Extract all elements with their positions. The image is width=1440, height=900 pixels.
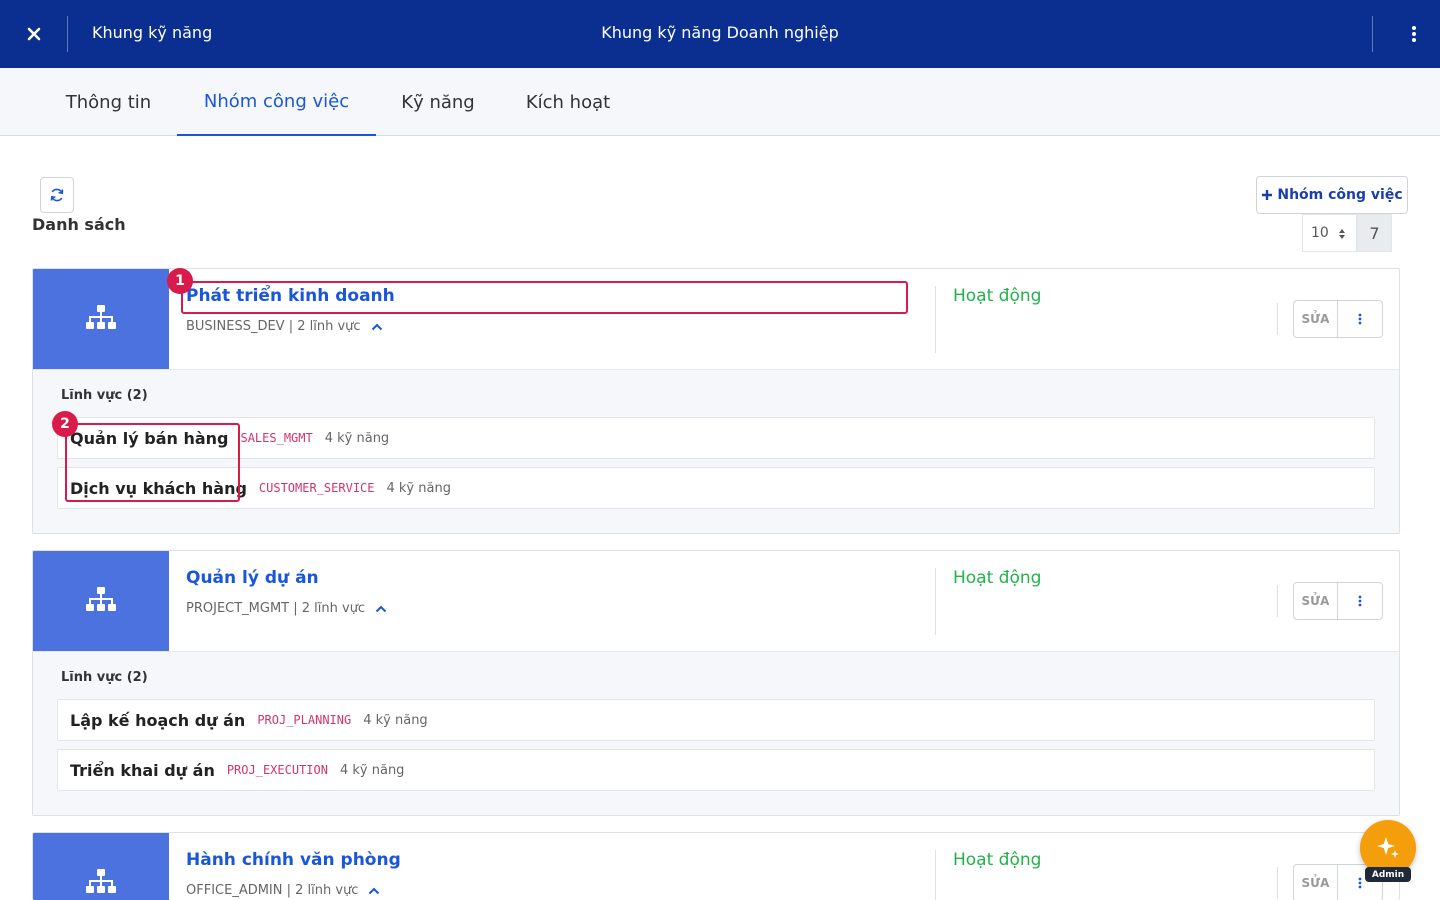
field-skill-count: 4 kỹ năng bbox=[324, 430, 390, 446]
job-group-meta: OFFICE_ADMIN | 2 lĩnh vực bbox=[186, 883, 380, 898]
field-name: Lập kế hoạch dự án bbox=[70, 710, 246, 730]
refresh-button[interactable] bbox=[40, 177, 74, 213]
job-group-card: Phát triển kinh doanh BUSINESS_DEV | 2 l… bbox=[32, 268, 1400, 534]
annotation-badge: 2 bbox=[52, 411, 78, 437]
status-label: Hoạt động bbox=[953, 850, 1042, 870]
field-name: Quản lý bán hàng bbox=[70, 428, 229, 448]
column-divider bbox=[1277, 303, 1278, 335]
status-label: Hoạt động bbox=[953, 286, 1042, 306]
job-group-name[interactable]: Hành chính văn phòng bbox=[186, 850, 401, 870]
job-group-icon-box bbox=[33, 833, 169, 900]
column-divider bbox=[935, 850, 936, 900]
row-more-button[interactable] bbox=[1337, 300, 1383, 338]
fields-panel: Lĩnh vực (2) Lập kế hoạch dự án PROJ_PLA… bbox=[33, 651, 1399, 815]
fields-panel: Lĩnh vực (2) Quản lý bán hàng SALES_MGMT… bbox=[33, 369, 1399, 533]
tab-bar: Thông tin Nhóm công việc Kỹ năng Kích ho… bbox=[0, 68, 1440, 136]
job-group-code-count: BUSINESS_DEV | 2 lĩnh vực bbox=[186, 319, 361, 334]
more-vertical-icon bbox=[1358, 877, 1362, 889]
column-divider bbox=[935, 568, 936, 635]
job-group-card: Hành chính văn phòng OFFICE_ADMIN | 2 lĩ… bbox=[32, 832, 1400, 900]
column-divider bbox=[1277, 585, 1278, 617]
page-size-select[interactable]: 10 bbox=[1302, 214, 1357, 252]
refresh-icon bbox=[50, 188, 64, 202]
field-skill-count: 4 kỹ năng bbox=[339, 762, 405, 778]
fields-title: Lĩnh vực (2) bbox=[61, 388, 148, 403]
header-divider bbox=[67, 16, 68, 52]
collapse-toggle[interactable] bbox=[371, 323, 383, 331]
field-row[interactable]: Dịch vụ khách hàng CUSTOMER_SERVICE 4 kỹ… bbox=[57, 467, 1375, 509]
status-label: Hoạt động bbox=[953, 568, 1042, 588]
job-group-meta: PROJECT_MGMT | 2 lĩnh vực bbox=[186, 601, 387, 616]
tab-ky-nang[interactable]: Kỹ năng bbox=[376, 68, 500, 136]
sort-arrows-icon bbox=[1339, 229, 1345, 239]
header-more-button[interactable] bbox=[1398, 20, 1430, 48]
chevron-up-icon bbox=[375, 605, 387, 612]
total-count: 7 bbox=[1357, 214, 1392, 252]
field-code: CUSTOMER_SERVICE bbox=[258, 481, 375, 495]
field-row[interactable]: Triển khai dự án PROJ_EXECUTION 4 kỹ năn… bbox=[57, 749, 1375, 791]
column-divider bbox=[1277, 867, 1278, 899]
edit-button[interactable]: SỬA bbox=[1293, 300, 1338, 338]
job-group-icon-box bbox=[33, 269, 169, 369]
page-title: Khung kỹ năng Doanh nghiệp bbox=[601, 23, 839, 42]
header-section-title: Khung kỹ năng bbox=[92, 23, 213, 42]
header-divider bbox=[1372, 16, 1373, 52]
tab-nhom-cong-viec[interactable]: Nhóm công việc bbox=[177, 68, 376, 136]
field-code: PROJ_PLANNING bbox=[257, 713, 352, 727]
column-divider bbox=[935, 286, 936, 353]
field-row[interactable]: Quản lý bán hàng SALES_MGMT 4 kỹ năng bbox=[57, 417, 1375, 459]
edit-button[interactable]: SỬA bbox=[1293, 582, 1338, 620]
org-chart-icon bbox=[86, 305, 116, 329]
app-header: Khung kỹ năng Khung kỹ năng Doanh nghiệp bbox=[0, 0, 1440, 68]
more-vertical-icon bbox=[1358, 595, 1362, 607]
job-group-card: Quản lý dự án PROJECT_MGMT | 2 lĩnh vực … bbox=[32, 550, 1400, 816]
org-chart-icon bbox=[86, 587, 116, 611]
job-group-code-count: OFFICE_ADMIN | 2 lĩnh vực bbox=[186, 883, 359, 898]
edit-button[interactable]: SỬA bbox=[1293, 864, 1338, 900]
org-chart-icon bbox=[86, 869, 116, 893]
add-job-group-button[interactable]: Nhóm công việc bbox=[1256, 176, 1408, 214]
tab-kich-hoat[interactable]: Kích hoạt bbox=[500, 68, 636, 136]
field-row[interactable]: Lập kế hoạch dự án PROJ_PLANNING 4 kỹ nă… bbox=[57, 699, 1375, 741]
row-more-button[interactable] bbox=[1337, 582, 1383, 620]
plus-icon bbox=[1262, 190, 1273, 200]
chevron-up-icon bbox=[371, 323, 382, 330]
more-vertical-icon bbox=[1358, 313, 1362, 325]
collapse-toggle[interactable] bbox=[368, 887, 380, 895]
annotation-badge: 1 bbox=[167, 268, 193, 294]
add-job-group-label: Nhóm công việc bbox=[1277, 187, 1403, 203]
field-name: Triển khai dự án bbox=[70, 760, 215, 780]
close-icon bbox=[27, 27, 41, 41]
job-group-meta: BUSINESS_DEV | 2 lĩnh vực bbox=[186, 319, 383, 334]
field-code: SALES_MGMT bbox=[240, 431, 313, 445]
fields-title: Lĩnh vực (2) bbox=[61, 670, 148, 685]
collapse-toggle[interactable] bbox=[375, 605, 387, 613]
sparkle-icon bbox=[1377, 837, 1399, 858]
page-size-value: 10 bbox=[1311, 225, 1329, 241]
job-group-icon-box bbox=[33, 551, 169, 651]
chevron-up-icon bbox=[369, 887, 380, 894]
field-skill-count: 4 kỹ năng bbox=[386, 480, 451, 496]
job-group-name[interactable]: Quản lý dự án bbox=[186, 568, 319, 588]
assistant-label: Admin bbox=[1365, 867, 1411, 882]
field-name: Dịch vụ khách hàng bbox=[70, 478, 247, 498]
job-group-name[interactable]: Phát triển kinh doanh bbox=[186, 286, 395, 306]
close-button[interactable] bbox=[20, 20, 48, 48]
field-skill-count: 4 kỹ năng bbox=[363, 712, 428, 728]
field-code: PROJ_EXECUTION bbox=[226, 763, 328, 777]
more-vertical-icon bbox=[1412, 26, 1416, 42]
list-title: Danh sách bbox=[32, 215, 126, 234]
tab-thong-tin[interactable]: Thông tin bbox=[40, 68, 177, 136]
job-group-code-count: PROJECT_MGMT | 2 lĩnh vực bbox=[186, 601, 366, 616]
